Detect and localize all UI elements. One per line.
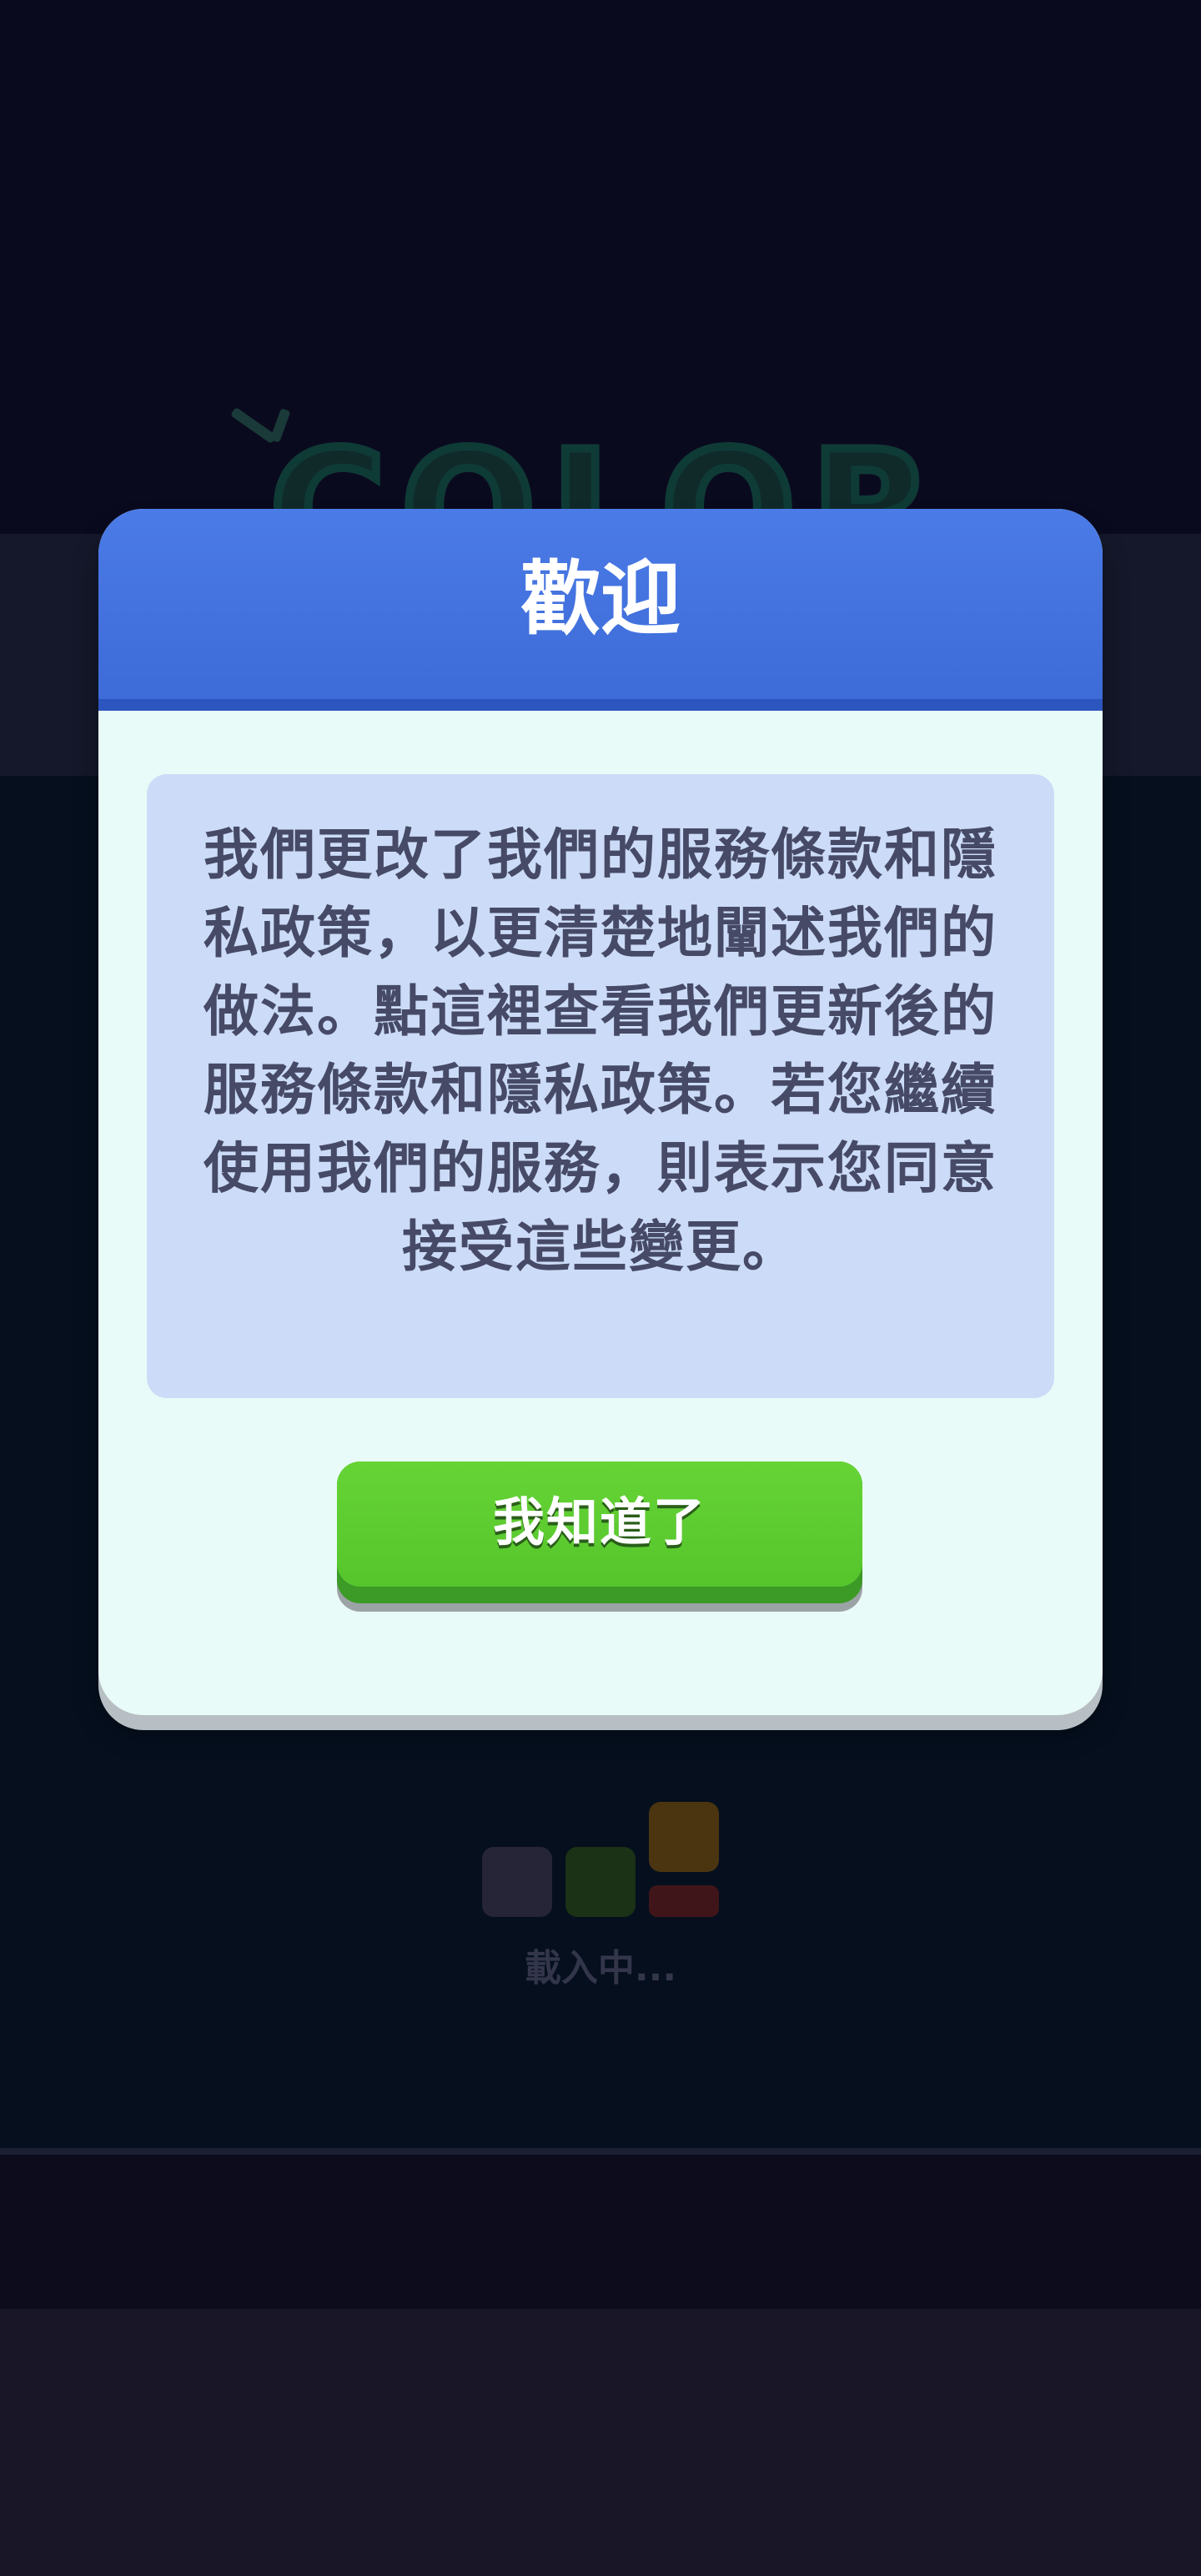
- message-box: 我們更改了我們的服務條款和隱私政策，以更清楚地闡述我們的做法。點這裡查看我們更新…: [147, 774, 1054, 1398]
- loading-tile-red: [649, 1885, 719, 1917]
- loading-tile-orange: [649, 1802, 719, 1872]
- background-lower: [0, 2155, 1201, 2309]
- dialog-title: 歡迎: [520, 552, 681, 646]
- got-it-button[interactable]: 我知道了: [337, 1462, 862, 1603]
- got-it-button-face: 我知道了: [337, 1462, 862, 1587]
- background-bottom: [0, 2309, 1201, 2576]
- background-divider: [0, 2148, 1201, 2155]
- dialog-header: 歡迎: [98, 509, 1103, 711]
- loading-label: 載入中...: [524, 1947, 677, 1990]
- loading-tile-purple: [482, 1847, 552, 1917]
- got-it-button-label: 我知道了: [492, 1492, 706, 1552]
- app-screen: COLOR 載入中... 歡迎 我們更改了我們的服務條款和隱私政策，以更清楚地闡…: [0, 0, 1201, 2576]
- welcome-dialog: 歡迎 我們更改了我們的服務條款和隱私政策，以更清楚地闡述我們的做法。點這裡查看我…: [98, 509, 1103, 1715]
- policy-message[interactable]: 我們更改了我們的服務條款和隱私政策，以更清楚地闡述我們的做法。點這裡查看我們更新…: [197, 816, 1004, 1286]
- loading-tile-green: [565, 1847, 636, 1917]
